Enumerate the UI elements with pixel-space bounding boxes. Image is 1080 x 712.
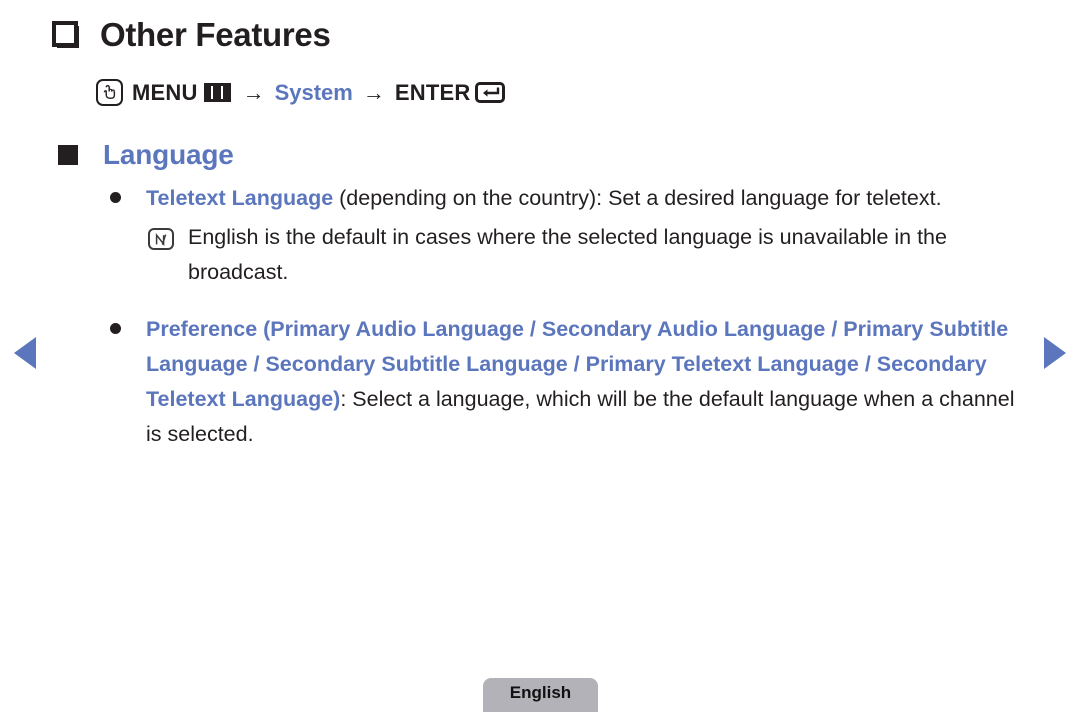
menu-path-target: System (274, 79, 353, 105)
cube-bullet-icon (52, 21, 82, 49)
section-title: Language (103, 139, 234, 170)
content-body: Teletext Language (depending on the coun… (104, 181, 1034, 456)
note-icon (148, 228, 174, 250)
enter-label: ENTER (394, 79, 471, 105)
page-title: Other Features (100, 16, 331, 53)
list-item-text: Teletext Language (depending on the coun… (146, 181, 1034, 216)
section-heading-row: Language (58, 139, 234, 171)
menu-path-breadcrumb: MENU → System → ENTER (96, 79, 506, 106)
manual-page: Other Features MENU → System → ENTER Lan… (0, 0, 1080, 712)
enter-key-icon (475, 82, 506, 103)
page-title-row: Other Features (52, 16, 331, 54)
filled-square-bullet-icon (58, 145, 78, 165)
previous-page-arrow-icon[interactable] (14, 337, 36, 369)
list-item: Preference (Primary Audio Language / Sec… (104, 312, 1034, 452)
hand-press-icon (96, 79, 123, 106)
path-arrow-1: → (242, 79, 265, 105)
next-page-arrow-icon[interactable] (1044, 337, 1066, 369)
bullet-dot-icon (110, 323, 121, 334)
note-text: English is the default in cases where th… (188, 225, 947, 284)
list-item-rest: (depending on the country): Set a desire… (333, 186, 942, 210)
list-item: Teletext Language (depending on the coun… (104, 181, 1034, 216)
list-item-highlight: Teletext Language (146, 186, 334, 210)
list-item-text: Preference (Primary Audio Language / Sec… (146, 312, 1034, 452)
menu-grid-icon (203, 83, 231, 102)
bullet-dot-icon (110, 192, 121, 203)
note-block: English is the default in cases where th… (146, 220, 1034, 290)
path-arrow-2: → (362, 79, 385, 105)
menu-label: MENU (132, 79, 198, 105)
language-tab[interactable]: English (483, 678, 598, 712)
